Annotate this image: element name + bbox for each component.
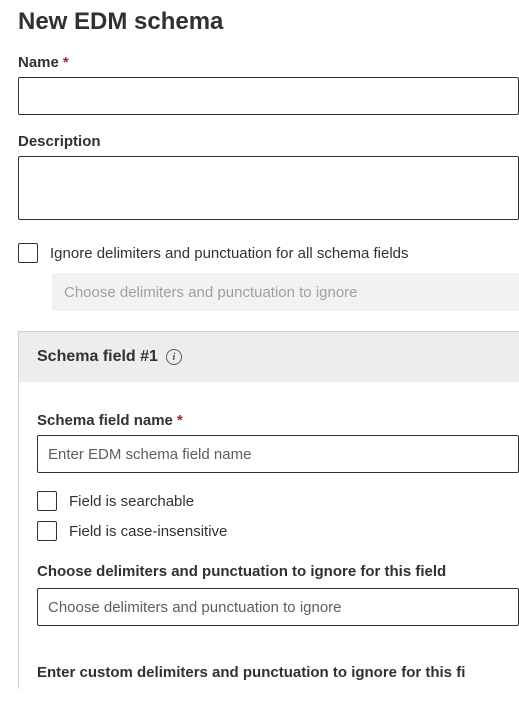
required-asterisk: * bbox=[177, 412, 183, 429]
case-insensitive-checkbox[interactable] bbox=[37, 521, 57, 541]
searchable-checkbox-row[interactable]: Field is searchable bbox=[19, 491, 519, 521]
page-title: New EDM schema bbox=[0, 0, 519, 54]
name-label-text: Name bbox=[18, 54, 59, 71]
ignore-all-checkbox[interactable] bbox=[18, 243, 38, 263]
info-icon[interactable]: i bbox=[166, 349, 182, 365]
custom-ignore-label: Enter custom delimiters and punctuation … bbox=[19, 652, 519, 689]
ignore-all-label: Ignore delimiters and punctuation for al… bbox=[50, 245, 409, 262]
searchable-checkbox[interactable] bbox=[37, 491, 57, 511]
case-insensitive-checkbox-row[interactable]: Field is case-insensitive bbox=[19, 521, 519, 551]
ignore-field-label: Choose delimiters and punctuation to ign… bbox=[19, 551, 519, 588]
case-insensitive-label: Field is case-insensitive bbox=[69, 523, 227, 540]
ignore-field-dropdown[interactable]: Choose delimiters and punctuation to ign… bbox=[37, 588, 519, 626]
schema-field-1-body: Schema field name * Field is searchable … bbox=[18, 382, 519, 689]
searchable-label: Field is searchable bbox=[69, 493, 194, 510]
schema-field-1-title: Schema field #1 bbox=[37, 348, 158, 366]
name-label: Name * bbox=[0, 54, 519, 77]
ignore-all-checkbox-row[interactable]: Ignore delimiters and punctuation for al… bbox=[0, 239, 519, 273]
description-input[interactable] bbox=[18, 156, 519, 220]
field-name-label: Schema field name * bbox=[19, 412, 519, 435]
ignore-all-dropdown: Choose delimiters and punctuation to ign… bbox=[52, 273, 519, 311]
required-asterisk: * bbox=[63, 54, 69, 71]
field-name-label-text: Schema field name bbox=[37, 412, 173, 429]
field-name-input[interactable] bbox=[37, 435, 519, 473]
schema-field-1-header: Schema field #1 i bbox=[18, 331, 519, 382]
description-label: Description bbox=[0, 133, 519, 156]
name-input[interactable] bbox=[18, 77, 519, 115]
